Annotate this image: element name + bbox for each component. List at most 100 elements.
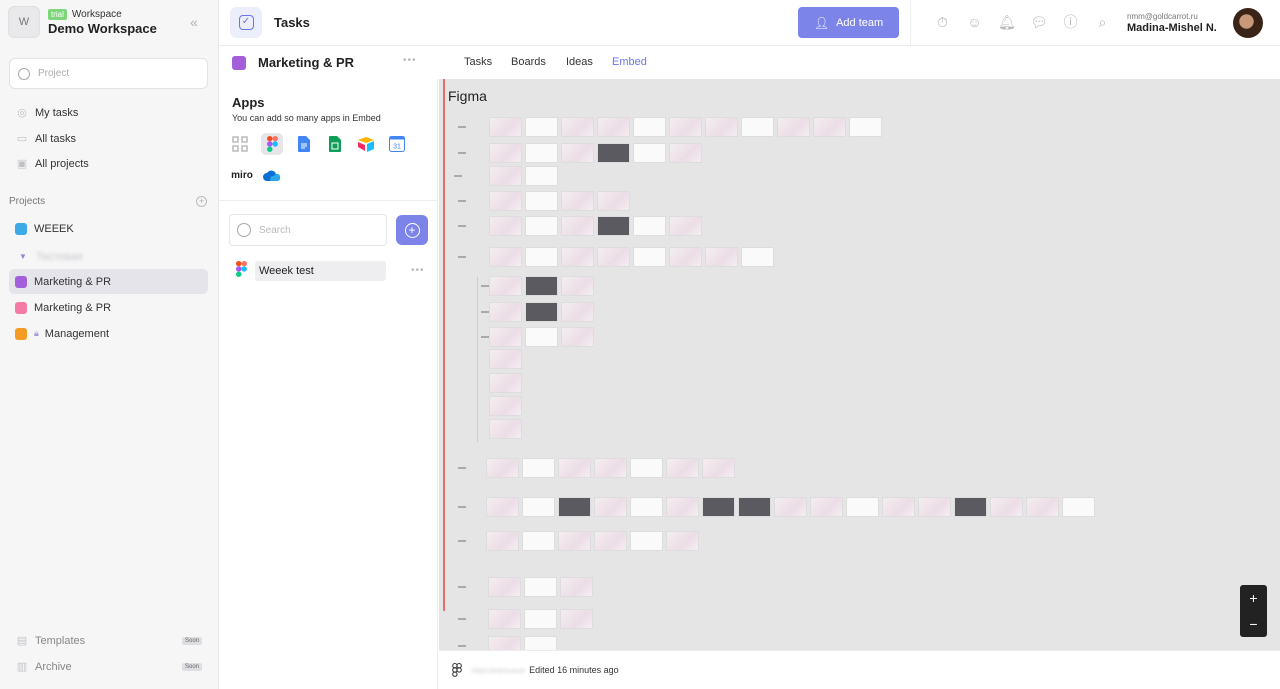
canvas-frame-thumbnail [597,143,630,163]
canvas-frame-thumbnail [525,327,558,347]
zoom-out-button[interactable]: − [1240,611,1267,637]
tab-embed[interactable]: Embed [612,56,647,68]
project-item-marketing-pr-active[interactable]: Marketing & PR [9,269,208,294]
canvas-section-label [454,175,462,177]
edited-timestamp: Edited 16 minutes ago [529,665,619,675]
archive-item[interactable]: ▥ Archive Soon [9,661,208,673]
collapse-sidebar-icon[interactable]: « [190,14,204,30]
canvas-frame-thumbnail [489,396,522,416]
templates-label: Templates [35,635,86,647]
add-project-icon[interactable]: + [196,196,207,207]
canvas-frame-thumbnail [597,247,630,267]
workspace-name: Demo Workspace [48,20,157,36]
google-sheets-icon[interactable] [324,133,346,155]
tab-tasks[interactable]: Tasks [464,56,492,68]
google-calendar-icon[interactable]: 31 [386,133,408,155]
canvas-section-label [458,126,466,128]
tab-boards[interactable]: Boards [511,56,546,68]
canvas-frame-thumbnail [705,117,738,137]
figma-embed-canvas[interactable]: Figma [439,79,1280,650]
nav-all-projects[interactable]: ▣ All projects [9,152,208,176]
canvas-frame-thumbnail [525,247,558,267]
canvas-frame-thumbnail [594,497,627,517]
canvas-frame-thumbnail [669,117,702,137]
project-label: WEEEK [34,222,74,235]
zoom-in-button[interactable]: + [1240,585,1267,611]
check-icon: ✓ [238,15,254,30]
workspace-switcher[interactable]: W trial Workspace Demo Workspace [8,6,157,38]
nav-label: All tasks [35,133,76,145]
bell-icon[interactable]: 🔔︎ [998,14,1016,31]
canvas-section-label [458,152,466,154]
canvas-frame-thumbnail [561,143,594,163]
caret-down-icon[interactable]: ▼ [19,252,27,261]
miro-icon[interactable]: miro [229,164,255,186]
canvas-frame-thumbnail [630,458,663,478]
projects-header-label: Projects [9,196,46,207]
project-search-input[interactable] [38,68,188,79]
canvas-frame-thumbnail [489,191,522,211]
onedrive-icon[interactable] [261,164,283,186]
divider [910,0,911,46]
add-user-icon: 👤︎ [813,15,830,30]
canvas-frame-thumbnail [558,458,591,478]
team-icon[interactable]: ☺ [966,14,983,31]
canvas-frame-thumbnail [525,191,558,211]
nav-my-tasks[interactable]: ◎ My tasks [9,101,208,125]
page-title: Tasks [274,15,310,30]
check-circle-icon: ◎ [17,107,27,119]
search-icon[interactable]: ⌕ [1094,14,1111,31]
user-name[interactable]: Madina-Mishel N. [1127,22,1217,34]
canvas-section-label [458,225,466,227]
project-group-testovaya[interactable]: ▼ Тестовая [9,244,208,269]
canvas-frame-thumbnail [630,497,663,517]
tab-ideas[interactable]: Ideas [566,56,593,68]
canvas-frame-thumbnail [561,276,594,296]
google-docs-icon[interactable] [293,133,315,155]
canvas-frame-thumbnail [489,349,522,369]
canvas-frame-thumbnail [741,247,774,267]
add-team-button[interactable]: 👤︎ Add team [798,7,899,38]
figma-icon[interactable] [261,133,283,155]
calendar-day: 31 [393,144,401,151]
canvas-frame-thumbnail [702,497,735,517]
canvas-frame-thumbnail [558,497,591,517]
project-item-weeek[interactable]: WEEEK [9,216,208,241]
canvas-frame-thumbnail [522,531,555,551]
chat-icon[interactable]: 💬︎ [1030,14,1048,31]
embed-search-input[interactable] [259,224,379,236]
canvas-frame-thumbnail [486,497,519,517]
add-embed-button[interactable]: + [396,215,428,245]
canvas-frame-thumbnail [666,531,699,551]
project-item-management[interactable]: 🔒︎ Management [9,321,208,346]
templates-item[interactable]: ▤ Templates Soon [9,635,208,647]
timer-icon[interactable]: ⏱︎ [934,14,951,31]
canvas-frame-thumbnail [558,531,591,551]
canvas-frame-thumbnail [597,117,630,137]
tasks-app-icon[interactable]: ✓ [230,7,262,38]
canvas-frame-thumbnail [489,166,522,186]
canvas-frame-thumbnail [1062,497,1095,517]
embed-item-menu-icon[interactable]: ••• [411,265,425,276]
avatar[interactable] [1233,8,1263,38]
help-icon[interactable]: ⓘ [1062,14,1079,31]
project-item-marketing-pr[interactable]: Marketing & PR [9,295,208,320]
embed-search [229,214,387,246]
briefcase-icon: ▣ [16,158,28,170]
canvas-frame-thumbnail [525,276,558,296]
canvas-frame-thumbnail [702,458,735,478]
canvas-frame-thumbnail [486,458,519,478]
canvas-frame-thumbnail [594,531,627,551]
nav-all-tasks[interactable]: ▭ All tasks [9,127,208,151]
canvas-section-label [481,336,489,338]
templates-icon: ▤ [16,635,28,647]
airtable-icon[interactable] [355,133,377,155]
tray-icon: ▭ [16,133,28,145]
project-menu-icon[interactable]: ••• [403,55,417,66]
all-apps-grid-icon[interactable] [229,133,251,155]
project-label: Marketing & PR [34,275,112,288]
canvas-frame-thumbnail [774,497,807,517]
embed-item-name[interactable]: Weeek test [255,261,386,281]
project-color-swatch [232,56,246,70]
canvas-frame-thumbnail [990,497,1023,517]
